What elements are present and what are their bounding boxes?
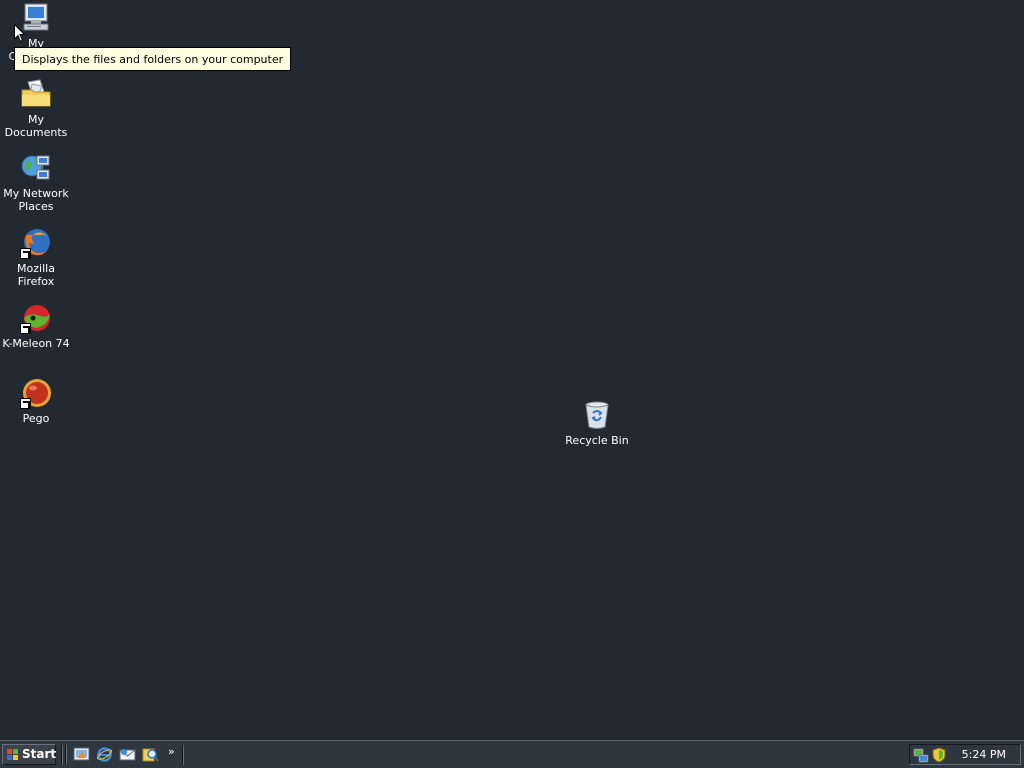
network-connection-icon[interactable] [913, 747, 929, 763]
desktop-icon-mozilla-firefox[interactable]: Mozilla Firefox [0, 227, 73, 288]
clock[interactable]: 5:24 PM [962, 745, 1006, 765]
pego-icon [20, 377, 52, 409]
desktop-icon-recycle-bin[interactable]: Recycle Bin [560, 399, 634, 447]
outlook-express-icon[interactable] [119, 746, 136, 763]
desktop-icon-k-meleon[interactable]: K-Meleon 74 [0, 302, 73, 350]
start-button[interactable]: Start [2, 744, 56, 765]
taskbar-separator [182, 745, 184, 765]
shortcut-arrow-icon [20, 248, 31, 259]
desktop-icon-label: Recycle Bin [565, 434, 629, 447]
desktop[interactable]: My Computer My Documents [0, 0, 1024, 740]
search-icon[interactable] [142, 746, 159, 763]
security-shield-icon[interactable] [931, 747, 947, 763]
shortcut-arrow-icon [20, 398, 31, 409]
network-places-icon [20, 152, 52, 184]
internet-explorer-icon[interactable] [96, 746, 113, 763]
k-meleon-icon [20, 302, 52, 334]
tooltip: Displays the files and folders on your c… [14, 47, 292, 71]
taskbar: Start » 5:24 PM [0, 740, 1024, 768]
start-label: Start [22, 747, 57, 761]
desktop-icon-label: K-Meleon 74 [2, 337, 70, 350]
documents-folder-icon [20, 78, 52, 110]
desktop-icon-label: Mozilla Firefox [17, 262, 55, 288]
taskbar-separator [65, 745, 67, 765]
desktop-icon-label: Pego [22, 412, 50, 425]
desktop-icon-pego[interactable]: Pego [0, 377, 73, 425]
taskbar-separator [61, 745, 63, 765]
desktop-icon-my-documents[interactable]: My Documents [0, 78, 73, 139]
recycle-bin-icon [581, 399, 613, 431]
firefox-icon [20, 227, 52, 259]
show-desktop-icon[interactable] [73, 746, 90, 763]
shortcut-arrow-icon [20, 323, 31, 334]
desktop-icon-label: My Network Places [3, 187, 69, 213]
windows-flag-icon [7, 749, 18, 760]
system-tray: 5:24 PM [909, 744, 1021, 765]
quick-launch-more-button[interactable]: » [168, 744, 175, 760]
desktop-icon-label: My Documents [4, 113, 68, 139]
desktop-icon-my-network-places[interactable]: My Network Places [0, 152, 73, 213]
mouse-cursor-icon [14, 24, 26, 43]
